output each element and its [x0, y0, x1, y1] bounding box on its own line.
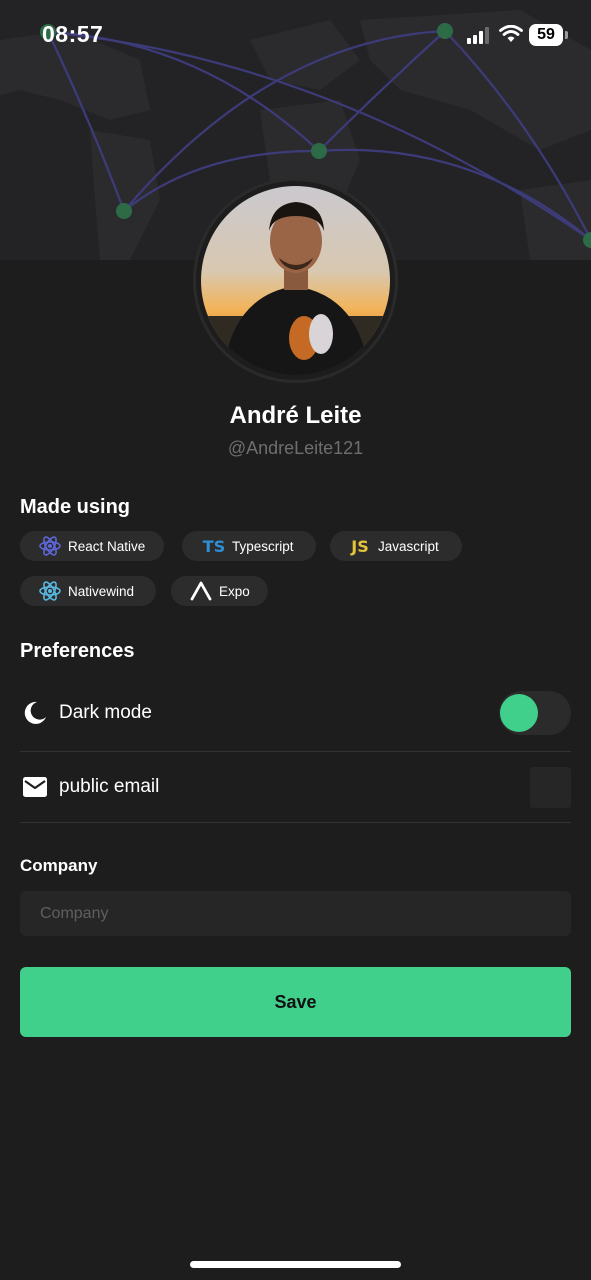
status-bar: 08:57 59 — [0, 0, 591, 70]
avatar-frame — [196, 181, 395, 380]
expo-icon — [189, 580, 213, 602]
company-title: Company — [20, 856, 98, 875]
javascript-icon: JS — [351, 536, 369, 556]
status-time: 08:57 — [42, 21, 104, 47]
react-icon — [38, 535, 62, 557]
made-using-title: Made using — [20, 496, 131, 518]
chip-label: React Native — [68, 538, 146, 554]
dark-mode-row: Dark mode — [20, 677, 571, 749]
chip-label: Expo — [219, 583, 250, 599]
react-icon — [38, 580, 62, 602]
chip-expo: Expo — [171, 576, 268, 606]
public-email-label: public email — [59, 776, 160, 797]
chip-label: Nativewind — [68, 583, 135, 599]
profile-name: André Leite — [229, 402, 362, 429]
moon-icon — [21, 699, 49, 727]
dark-mode-label: Dark mode — [59, 702, 152, 723]
avatar — [201, 186, 390, 375]
battery-tip — [565, 31, 568, 39]
toggle-knob — [500, 694, 538, 732]
status-icons: 59 — [467, 24, 569, 48]
wifi-icon — [499, 25, 523, 42]
chip-typescript: TS Typescript — [182, 531, 316, 561]
divider — [20, 822, 571, 823]
chip-nativewind: Nativewind — [20, 576, 156, 606]
home-indicator — [190, 1261, 401, 1268]
chip-javascript: JS Javascript — [330, 531, 462, 561]
chip-react-native: React Native — [20, 531, 164, 561]
company-input[interactable] — [20, 891, 571, 936]
avatar-photo — [201, 186, 390, 375]
preferences-title: Preferences — [20, 640, 135, 662]
typescript-icon: TS — [202, 536, 226, 556]
mail-icon — [21, 773, 49, 801]
save-button[interactable]: Save — [20, 967, 571, 1037]
battery-indicator: 59 — [529, 24, 563, 46]
dark-mode-toggle[interactable] — [499, 691, 571, 735]
public-email-row: public email — [20, 751, 571, 823]
chip-label: Javascript — [378, 538, 439, 554]
profile-handle: @AndreLeite121 — [227, 438, 364, 458]
public-email-checkbox[interactable] — [530, 767, 571, 808]
cellular-signal-icon — [467, 27, 489, 44]
chip-label: Typescript — [232, 538, 294, 554]
